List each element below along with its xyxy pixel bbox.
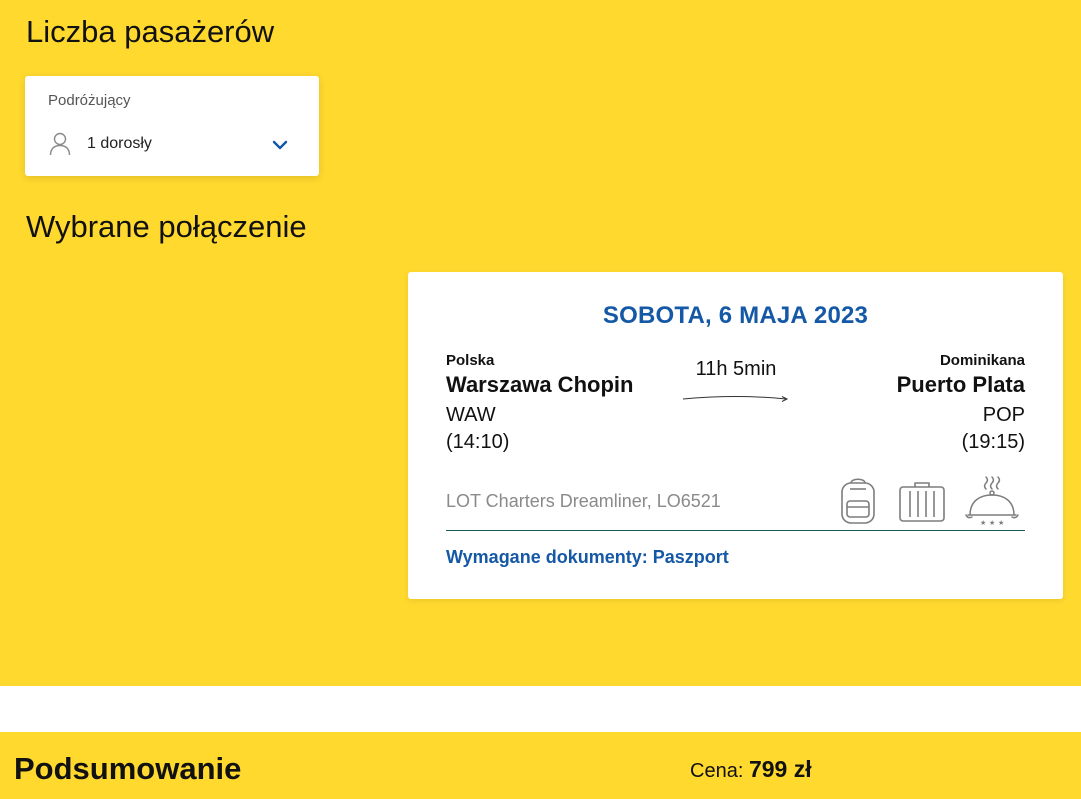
arrival-time: (19:15) bbox=[961, 431, 1025, 453]
meal-cloche-icon: ★ ★ ★ bbox=[965, 476, 1019, 527]
chevron-down-icon[interactable] bbox=[272, 139, 288, 151]
amenity-icons: ★ ★ ★ bbox=[838, 475, 1024, 527]
passenger-field-label: Podróżujący bbox=[48, 92, 131, 109]
price-value: 799 zł bbox=[748, 756, 812, 782]
destination-airport: Puerto Plata bbox=[896, 372, 1025, 397]
price: Cena: 799 zł bbox=[690, 756, 812, 783]
summary-heading: Podsumowanie bbox=[14, 751, 242, 786]
backpack-icon bbox=[841, 478, 875, 524]
selected-connection-heading: Wybrane połączenie bbox=[26, 209, 307, 244]
required-documents: Wymagane dokumenty: Paszport bbox=[446, 547, 729, 567]
card-divider bbox=[446, 530, 1025, 531]
arrow-right-icon bbox=[682, 396, 789, 402]
passengers-heading: Liczba pasażerów bbox=[26, 14, 275, 49]
departure-time: (14:10) bbox=[446, 431, 510, 453]
svg-text:★: ★ bbox=[989, 519, 995, 527]
svg-text:★: ★ bbox=[980, 519, 986, 527]
svg-text:★: ★ bbox=[998, 519, 1004, 527]
page: Liczba pasażerów Podróżujący 1 dorosły W… bbox=[0, 0, 1081, 799]
origin-code: WAW bbox=[446, 404, 496, 426]
destination-code: POP bbox=[982, 404, 1025, 426]
flight-duration: 11h 5min bbox=[695, 358, 777, 380]
origin-country: Polska bbox=[446, 352, 495, 369]
person-icon bbox=[49, 132, 71, 156]
price-label: Cena: bbox=[690, 760, 744, 782]
flight-card: SOBOTA, 6 MAJA 2023 Polska Warszawa Chop… bbox=[408, 272, 1063, 599]
origin-airport: Warszawa Chopin bbox=[446, 372, 634, 397]
suitcase-icon bbox=[899, 482, 945, 522]
aircraft-flight-number: LOT Charters Dreamliner, LO6521 bbox=[446, 491, 721, 511]
passenger-selected-value: 1 dorosły bbox=[87, 135, 152, 152]
destination-country: Dominikana bbox=[939, 352, 1025, 369]
passenger-dropdown[interactable]: Podróżujący 1 dorosły bbox=[25, 76, 319, 176]
flight-date: SOBOTA, 6 MAJA 2023 bbox=[602, 302, 869, 329]
